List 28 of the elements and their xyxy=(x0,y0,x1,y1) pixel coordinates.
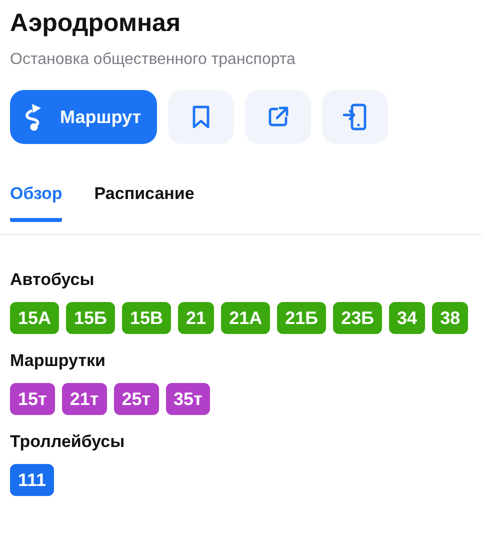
route-number[interactable]: 15Б xyxy=(66,302,115,334)
route-number[interactable]: 35т xyxy=(166,383,210,415)
route-number[interactable]: 25т xyxy=(114,383,159,415)
route-number[interactable]: 15В xyxy=(122,302,172,334)
tab[interactable]: Обзор xyxy=(10,176,62,222)
bookmark-button[interactable] xyxy=(168,90,234,144)
share-icon xyxy=(266,105,290,129)
stop-subtitle: Остановка общественного транспорта xyxy=(10,50,296,70)
bookmark-icon xyxy=(191,105,212,129)
transport-type-heading: Автобусы xyxy=(10,269,96,291)
tab[interactable]: Расписание xyxy=(94,176,194,222)
transport-type-heading: Маршрутки xyxy=(10,350,106,372)
route-number[interactable]: 21Б xyxy=(277,302,326,334)
phone-icon xyxy=(342,103,368,131)
route-number[interactable]: 21 xyxy=(178,302,214,334)
route-button[interactable]: Маршрут xyxy=(10,90,158,144)
route-number[interactable]: 111 xyxy=(10,464,54,496)
send-to-phone-button[interactable] xyxy=(322,90,388,144)
transport-type-heading: Троллейбусы xyxy=(10,431,126,453)
route-number[interactable]: 15А xyxy=(10,302,60,334)
route-number[interactable]: 23Б xyxy=(333,302,382,334)
route-number[interactable]: 21А xyxy=(221,302,270,334)
route-number[interactable]: 38 xyxy=(432,302,468,334)
route-number[interactable]: 34 xyxy=(389,302,426,334)
route-number[interactable]: 21т xyxy=(62,383,107,415)
route-number[interactable]: 15т xyxy=(10,383,55,415)
stop-title: Аэродромная xyxy=(10,8,182,39)
share-button[interactable] xyxy=(245,90,312,144)
